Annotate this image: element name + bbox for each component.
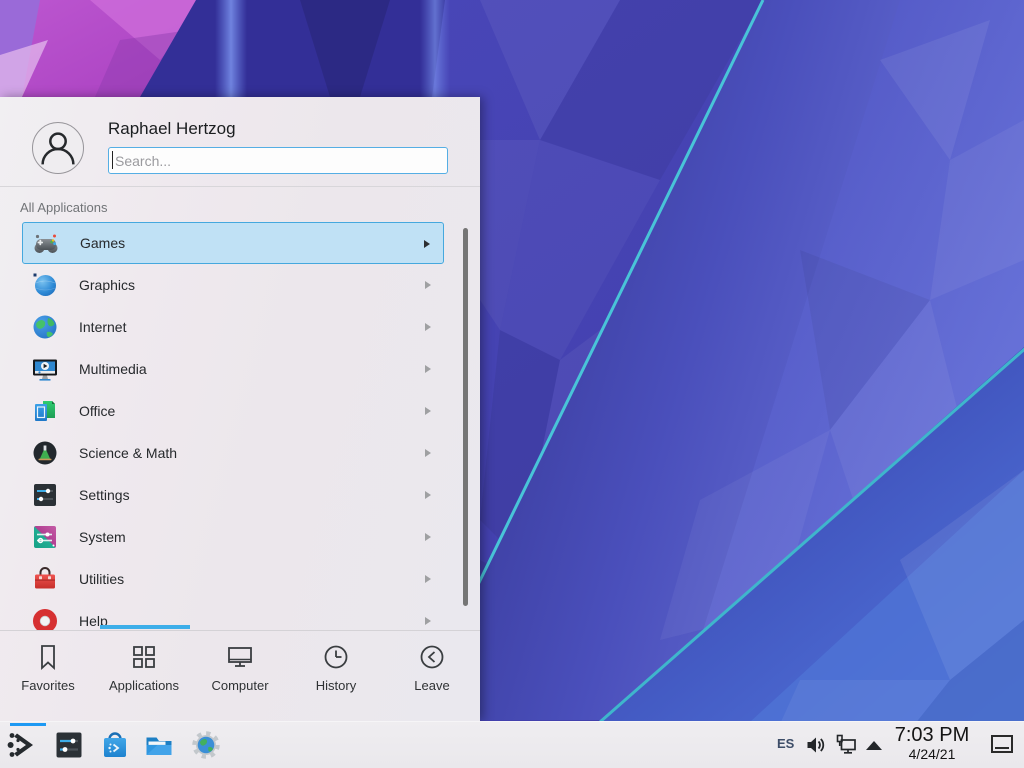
tab-label: Computer: [211, 678, 268, 693]
submenu-arrow-icon: [425, 533, 431, 541]
konqueror-gear-globe-icon[interactable]: [191, 730, 221, 760]
clock-icon: [321, 642, 351, 672]
system-settings-icon[interactable]: [55, 731, 83, 759]
kickoff-menu: Raphael Hertzog All Applications Games: [0, 97, 480, 721]
search-input[interactable]: [108, 147, 448, 174]
category-label: Multimedia: [79, 361, 147, 377]
category-row-utilities[interactable]: Utilities: [22, 558, 444, 600]
category-label: Utilities: [79, 571, 124, 587]
kde-launcher-icon[interactable]: [7, 730, 37, 760]
category-row-multimedia[interactable]: Multimedia: [22, 348, 444, 390]
clock-date: 4/24/21: [888, 746, 976, 762]
submenu-arrow-icon: [425, 491, 431, 499]
category-row-games[interactable]: Games: [22, 222, 444, 264]
desktop-rect-line: [995, 747, 1009, 749]
submenu-arrow-icon: [424, 240, 430, 248]
category-row-help[interactable]: Help: [22, 600, 444, 630]
tab-leave[interactable]: Leave: [384, 631, 480, 721]
science-flask-icon: [31, 439, 59, 467]
launcher-active-indicator: [10, 723, 46, 726]
section-label: All Applications: [20, 200, 107, 215]
tab-label: Favorites: [21, 678, 74, 693]
system-sliders-icon: [31, 523, 59, 551]
submenu-arrow-icon: [425, 617, 431, 625]
application-category-list: Games Graphics: [0, 218, 480, 630]
active-tab-indicator: [100, 625, 190, 629]
category-row-settings[interactable]: Settings: [22, 474, 444, 516]
tab-computer[interactable]: Computer: [192, 631, 288, 721]
user-avatar[interactable]: [32, 122, 84, 174]
kickoff-tabbar: Favorites Applications Computer: [0, 631, 480, 721]
discover-icon[interactable]: [101, 731, 129, 759]
submenu-arrow-icon: [425, 365, 431, 373]
tab-history[interactable]: History: [288, 631, 384, 721]
globe-icon: [31, 313, 59, 341]
clock-time: 7:03 PM: [888, 725, 976, 746]
text-cursor: [112, 151, 113, 169]
category-row-internet[interactable]: Internet: [22, 306, 444, 348]
category-label: System: [79, 529, 126, 545]
monitor-icon: [225, 642, 255, 672]
category-label: Settings: [79, 487, 130, 503]
settings-sliders-icon: [31, 481, 59, 509]
category-row-system[interactable]: System: [22, 516, 444, 558]
tab-label: Leave: [414, 678, 449, 693]
user-name: Raphael Hertzog: [108, 119, 236, 139]
taskbar-panel: ES 7:03 PM 4/24/21: [0, 721, 1024, 768]
volume-icon[interactable]: [805, 734, 827, 756]
keyboard-layout-indicator[interactable]: ES: [777, 736, 794, 751]
list-scrollbar[interactable]: [463, 228, 468, 606]
submenu-arrow-icon: [425, 281, 431, 289]
submenu-arrow-icon: [425, 323, 431, 331]
grid-icon: [129, 642, 159, 672]
category-label: Games: [80, 235, 125, 251]
toolbox-icon: [31, 565, 59, 593]
lifebuoy-icon: [31, 607, 59, 630]
office-documents-icon: [31, 397, 59, 425]
desktop-rect-icon: [991, 735, 1013, 753]
gamepad-icon: [32, 230, 60, 258]
bookmark-icon: [33, 642, 63, 672]
submenu-arrow-icon: [425, 575, 431, 583]
category-row-office[interactable]: Office: [22, 390, 444, 432]
tab-favorites[interactable]: Favorites: [0, 631, 96, 721]
tab-applications[interactable]: Applications: [96, 631, 192, 721]
category-label: Office: [79, 403, 115, 419]
submenu-arrow-icon: [425, 449, 431, 457]
digital-clock[interactable]: 7:03 PM 4/24/21: [888, 725, 976, 762]
network-icon[interactable]: [835, 733, 859, 757]
expand-caret-icon[interactable]: [866, 741, 882, 750]
show-desktop-button[interactable]: [986, 722, 1018, 768]
tab-label: History: [316, 678, 356, 693]
dolphin-folder-icon[interactable]: [144, 730, 174, 760]
header-separator: [0, 186, 480, 187]
category-row-science-math[interactable]: Science & Math: [22, 432, 444, 474]
category-label: Internet: [79, 319, 126, 335]
user-silhouette-icon: [33, 123, 83, 173]
graphics-ball-icon: [31, 271, 59, 299]
multimedia-monitor-icon: [31, 355, 59, 383]
category-row-graphics[interactable]: Graphics: [22, 264, 444, 306]
category-label: Science & Math: [79, 445, 177, 461]
leave-icon: [417, 642, 447, 672]
category-label: Graphics: [79, 277, 135, 293]
tab-label: Applications: [109, 678, 179, 693]
submenu-arrow-icon: [425, 407, 431, 415]
